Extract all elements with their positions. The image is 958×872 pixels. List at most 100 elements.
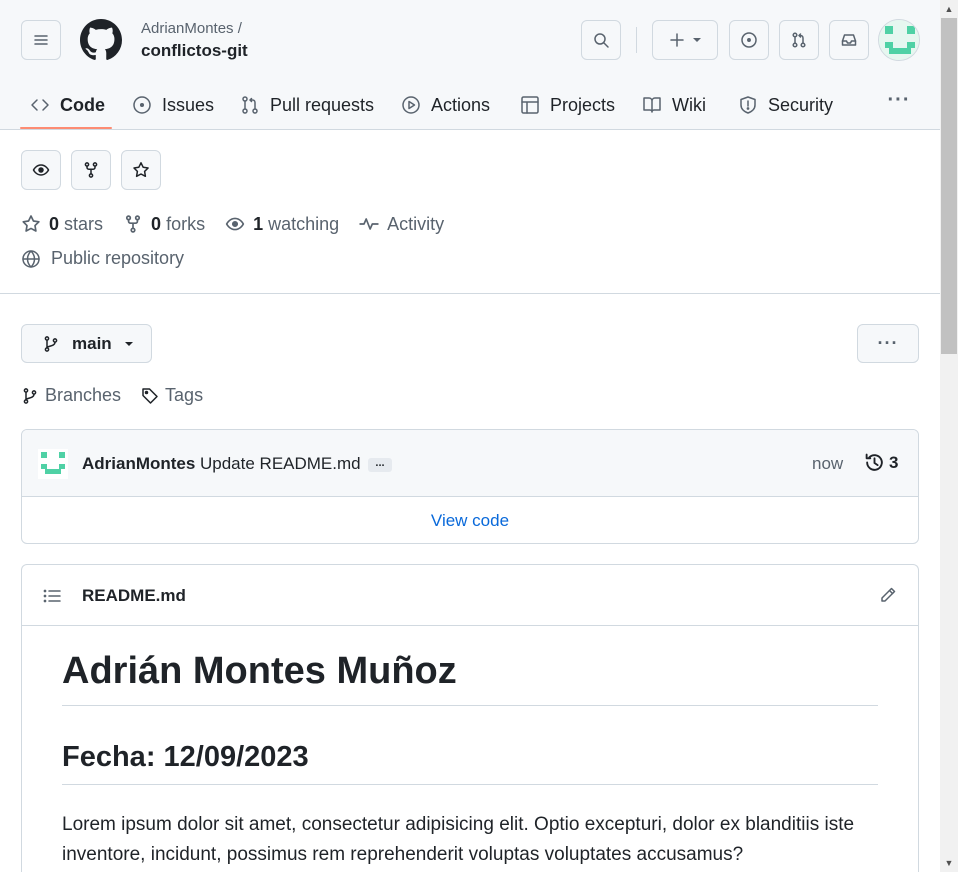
branches-label: Branches	[45, 385, 122, 405]
stars-label: stars	[64, 213, 104, 234]
branch-icon	[23, 387, 37, 404]
repo-header: AdrianMontes / conflictos-git Code Issue…	[0, 0, 940, 130]
repo-more-options-button[interactable]: ···	[857, 324, 919, 363]
hamburger-icon	[34, 35, 48, 45]
readme-header: README.md	[22, 565, 918, 626]
fork-button[interactable]	[71, 150, 111, 190]
readme-panel: README.md Adrián Montes Muñoz Fecha: 12/…	[21, 564, 919, 872]
star-button[interactable]	[121, 150, 161, 190]
visibility-info: Public repository	[21, 248, 184, 269]
view-code-link[interactable]: View code	[22, 497, 918, 543]
fork-icon	[84, 162, 98, 178]
tags-label: Tags	[165, 385, 204, 405]
book-icon	[643, 97, 661, 113]
eye-icon	[32, 164, 50, 176]
more-tabs-button[interactable]: ···	[886, 88, 912, 112]
star-icon	[22, 215, 40, 232]
search-button[interactable]	[581, 20, 621, 60]
pull-request-icon	[242, 96, 258, 114]
pull-request-icon	[792, 32, 806, 48]
latest-commit-header: AdrianMontes Update README.md ... now 3	[22, 430, 918, 497]
your-issues-button[interactable]	[729, 20, 769, 60]
page-scrollbar[interactable]: ▲ ▼	[940, 0, 958, 872]
inbox-icon	[841, 34, 857, 46]
watching-count: 1	[253, 213, 264, 234]
commit-author[interactable]: AdrianMontes	[82, 454, 195, 474]
commit-history-link[interactable]: 3	[864, 452, 898, 473]
tab-issues[interactable]: Issues	[132, 80, 214, 130]
list-icon[interactable]	[42, 586, 62, 606]
caret-down-icon	[693, 38, 701, 42]
pencil-icon[interactable]	[878, 585, 898, 605]
commit-author-avatar[interactable]	[38, 449, 68, 479]
history-icon	[865, 453, 883, 471]
tab-issues-label: Issues	[162, 94, 215, 115]
branch-name: main	[72, 333, 112, 353]
scroll-up-arrow[interactable]: ▲	[940, 0, 958, 18]
commit-message[interactable]: Update README.md	[200, 454, 361, 474]
user-avatar[interactable]	[878, 19, 920, 61]
table-icon	[521, 96, 539, 114]
repo-stats: 0 stars 0 forks 1 watching Activity	[21, 212, 464, 236]
watching-link[interactable]: 1 watching	[225, 214, 339, 235]
visibility-label: Public repository	[51, 248, 185, 268]
tab-wiki[interactable]: Wiki	[642, 80, 706, 130]
active-tab-indicator	[20, 127, 112, 129]
play-icon	[402, 96, 420, 114]
your-pull-requests-button[interactable]	[779, 20, 819, 60]
tab-projects-label: Projects	[550, 94, 616, 115]
repo-name-link[interactable]: conflictos-git	[141, 41, 248, 61]
globe-icon	[22, 249, 40, 268]
identicon-avatar	[879, 20, 919, 60]
inbox-button[interactable]	[829, 20, 869, 60]
scrollbar-thumb[interactable]	[941, 18, 957, 354]
code-icon	[31, 99, 49, 111]
tab-actions[interactable]: Actions	[401, 80, 490, 130]
github-logo[interactable]	[80, 19, 122, 61]
section-divider	[0, 293, 940, 294]
tab-pull-requests[interactable]: Pull requests	[240, 80, 374, 130]
tab-actions-label: Actions	[431, 94, 491, 115]
tab-code-label: Code	[60, 94, 105, 115]
issues-icon	[741, 32, 757, 48]
tab-projects[interactable]: Projects	[520, 80, 615, 130]
tags-link[interactable]: Tags	[141, 385, 203, 406]
readme-filename[interactable]: README.md	[82, 586, 186, 606]
branch-selector[interactable]: main	[21, 324, 152, 363]
tab-code[interactable]: Code	[30, 80, 105, 130]
tag-icon	[142, 387, 158, 404]
tab-wiki-label: Wiki	[672, 94, 706, 115]
activity-link[interactable]: Activity	[359, 214, 444, 235]
commit-count: 3	[889, 452, 899, 472]
forks-link[interactable]: 0 forks	[123, 214, 205, 235]
tab-pull-requests-label: Pull requests	[270, 94, 375, 115]
header-divider	[636, 27, 637, 53]
branches-link[interactable]: Branches	[21, 385, 121, 406]
readme-subheading: Fecha: 12/09/2023	[62, 741, 878, 786]
pulse-icon	[359, 218, 379, 230]
latest-commit-box: AdrianMontes Update README.md ... now 3 …	[21, 429, 919, 544]
ref-links: Branches Tags	[21, 385, 223, 406]
stars-count: 0	[49, 213, 60, 234]
star-icon	[133, 162, 149, 178]
caret-down-icon	[124, 341, 133, 346]
repo-owner-link[interactable]: AdrianMontes /	[141, 20, 242, 37]
menu-button[interactable]	[21, 20, 61, 60]
commit-time: now	[812, 454, 844, 473]
search-icon	[594, 33, 609, 48]
watching-label: watching	[268, 213, 340, 234]
readme-heading: Adrián Montes Muñoz	[62, 650, 878, 706]
repo-nav: Code Issues Pull requests Actions Projec…	[0, 80, 940, 130]
create-new-button[interactable]	[652, 20, 718, 60]
forks-count: 0	[151, 213, 162, 234]
expand-commit-message-button[interactable]: ...	[368, 458, 392, 472]
forks-label: forks	[166, 213, 206, 234]
issue-icon	[133, 96, 151, 114]
fork-icon	[125, 215, 141, 233]
plus-icon	[670, 33, 684, 47]
scroll-down-arrow[interactable]: ▼	[940, 854, 958, 872]
tab-security[interactable]: Security	[738, 80, 833, 130]
watch-button[interactable]	[21, 150, 61, 190]
activity-label: Activity	[387, 213, 445, 234]
stars-link[interactable]: 0 stars	[21, 214, 103, 235]
